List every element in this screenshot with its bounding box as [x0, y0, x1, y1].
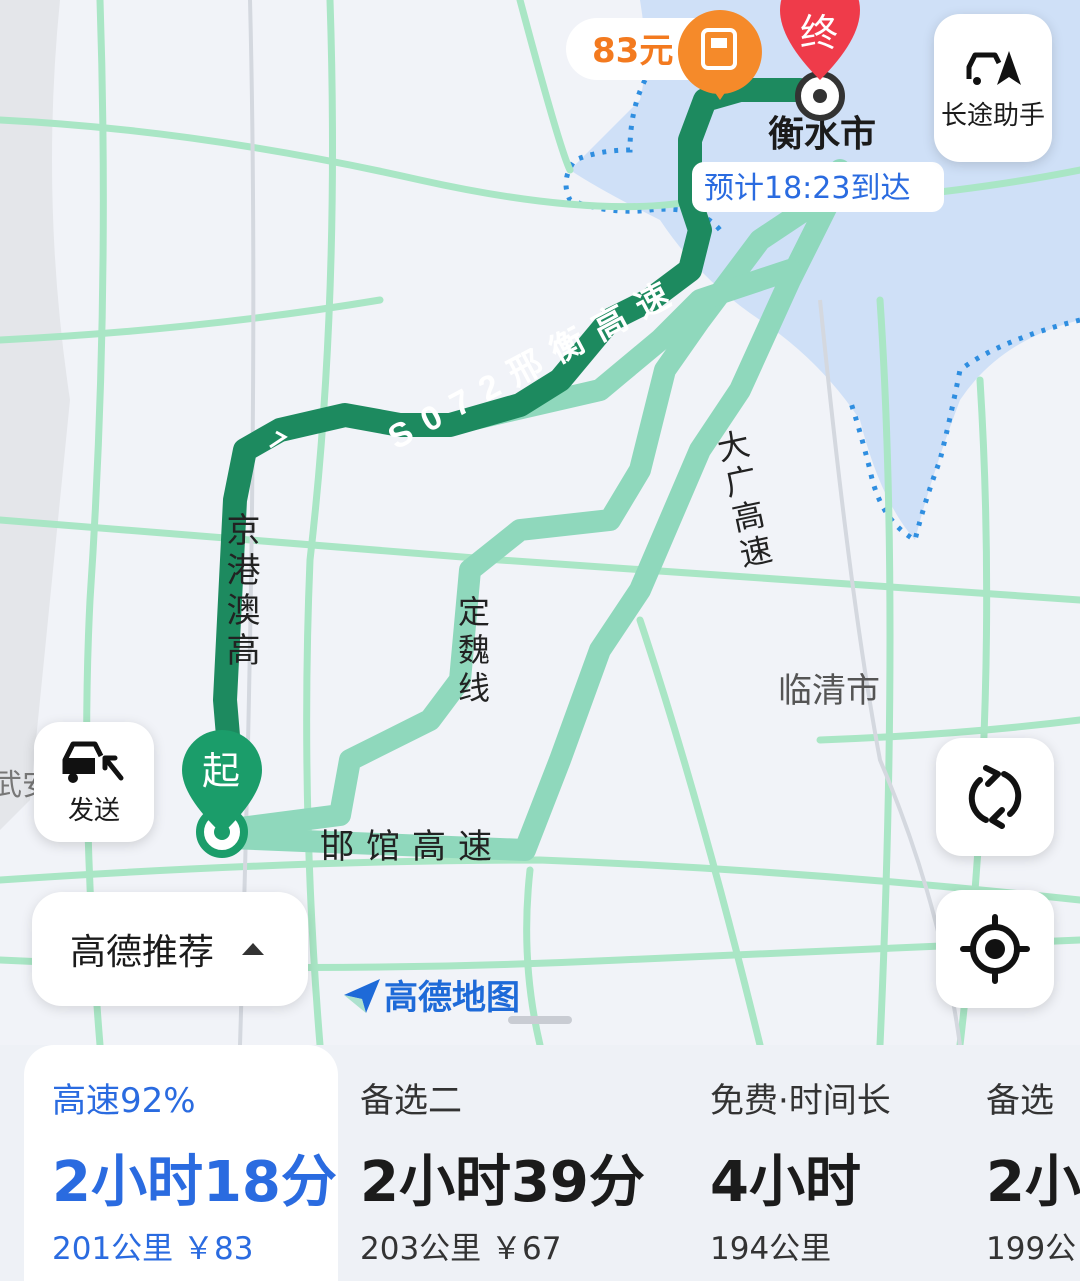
- send-to-car-label: 发送: [67, 795, 120, 826]
- city-label-linqing: 临清市: [778, 671, 880, 711]
- amap-logo-text: 高德地图: [384, 978, 520, 1018]
- route-distance-cost: 201公里 ￥83: [52, 1231, 254, 1267]
- long-trip-assistant-button[interactable]: 长途助手: [934, 14, 1052, 162]
- route-strategy-selector[interactable]: 高德推荐: [32, 892, 308, 1006]
- caret-up-icon: [242, 943, 265, 955]
- route-option-3[interactable]: 免费·时间长 4小时 194公里: [710, 1045, 970, 1281]
- route-strategy-label: 高德推荐: [70, 932, 215, 973]
- route-tag: 免费·时间长: [710, 1081, 891, 1121]
- route-duration: 2小时39分: [360, 1150, 645, 1215]
- route-duration: 2小: [986, 1150, 1080, 1215]
- destination-marker-label: 终: [800, 11, 838, 55]
- route-tag: 高速92%: [52, 1081, 196, 1121]
- route-distance-cost: 199公: [986, 1231, 1077, 1267]
- send-to-car-button[interactable]: 发送: [34, 722, 154, 842]
- route-tag: 备选二: [360, 1081, 462, 1121]
- drag-handle[interactable]: [508, 1016, 572, 1024]
- eta-text: 预计18:23到达: [704, 171, 910, 206]
- locate-button[interactable]: [936, 890, 1054, 1008]
- route-tag: 备选: [986, 1081, 1054, 1121]
- locate-icon: [960, 914, 1030, 984]
- car-flag-icon: [966, 50, 1021, 85]
- route-map[interactable]: S072邢衡高速 京港澳高 定魏线 大广高速 邯馆高速 衡水市 临清市 武安 预…: [0, 0, 1080, 1045]
- start-marker-label: 起: [202, 749, 240, 793]
- road-label-jinggangao: 京港澳高: [220, 512, 260, 672]
- route-option-2[interactable]: 备选二 2小时39分 203公里 ￥67: [360, 1045, 680, 1281]
- long-trip-assistant-label: 长途助手: [940, 100, 1045, 131]
- route-distance-cost: 203公里 ￥67: [360, 1231, 562, 1267]
- road-label-dingwei: 定魏线: [453, 595, 491, 709]
- route-options-panel: 高速92% 2小时18分 201公里 ￥83 备选二 2小时39分 203公里 …: [0, 1045, 1080, 1281]
- toll-badge-text: 83元: [592, 31, 673, 71]
- amap-logo: 高德地图: [340, 970, 520, 1019]
- route-duration: 4小时: [710, 1150, 861, 1215]
- route-duration: 2小时18分: [52, 1150, 337, 1215]
- amap-logo-icon: [344, 978, 380, 1013]
- road-label-hanguan: 邯馆高速: [320, 827, 504, 867]
- car-send-icon: [62, 741, 124, 783]
- route-option-4[interactable]: 备选 2小 199公: [986, 1045, 1080, 1281]
- route-distance-cost: 194公里: [710, 1231, 832, 1267]
- refresh-route-button[interactable]: [936, 738, 1054, 856]
- refresh-icon: [968, 765, 1022, 829]
- route-option-selected[interactable]: 高速92% 2小时18分 201公里 ￥83: [24, 1045, 338, 1281]
